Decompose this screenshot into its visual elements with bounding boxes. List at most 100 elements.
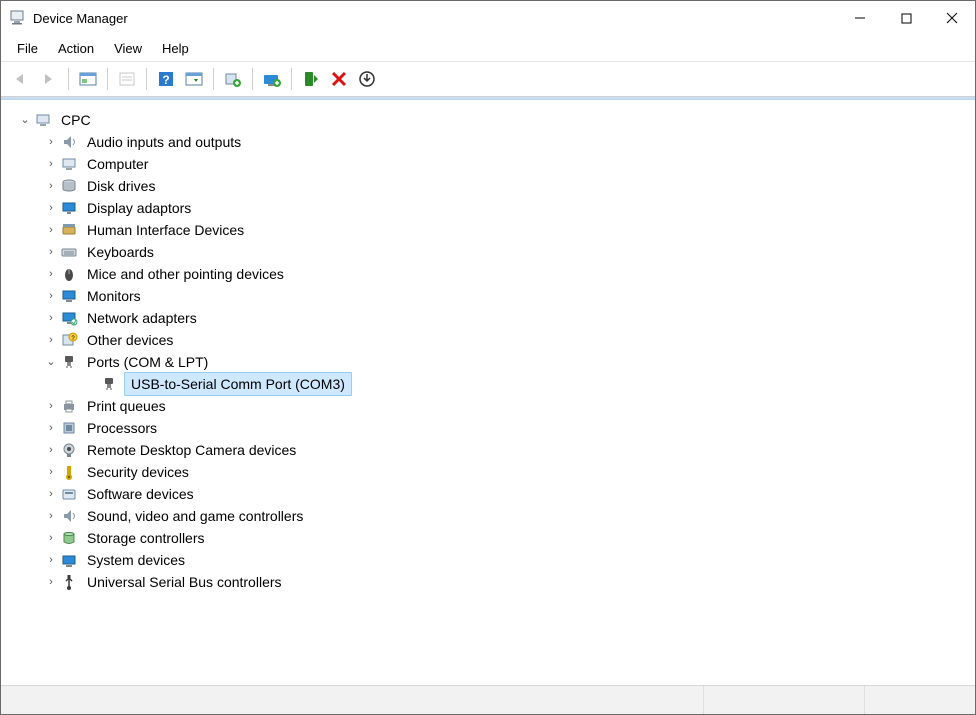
- computer-icon: [60, 155, 78, 173]
- expand-icon[interactable]: ›: [44, 483, 58, 505]
- collapse-icon[interactable]: ⌄: [18, 109, 32, 131]
- tree-node-monitor[interactable]: ›Monitors: [6, 285, 970, 307]
- expand-icon[interactable]: ›: [44, 527, 58, 549]
- expand-icon[interactable]: ›: [44, 241, 58, 263]
- tree-node-cpu[interactable]: ›Processors: [6, 417, 970, 439]
- menu-file[interactable]: File: [7, 38, 48, 59]
- hid-icon: [60, 221, 78, 239]
- titlebar: Device Manager: [1, 1, 975, 35]
- expand-icon[interactable]: ›: [44, 439, 58, 461]
- tree-node-security[interactable]: ›Security devices: [6, 461, 970, 483]
- back-button[interactable]: [7, 65, 35, 93]
- tree-node-computer[interactable]: › Computer: [6, 153, 970, 175]
- close-button[interactable]: [929, 1, 975, 35]
- toolbar: ?: [1, 62, 975, 97]
- port-icon: [60, 353, 78, 371]
- expand-icon[interactable]: ›: [44, 461, 58, 483]
- tree-node-speaker[interactable]: › Sound, video and game controllers: [6, 505, 970, 527]
- disk-icon: [60, 177, 78, 195]
- tree-node-label: Software devices: [84, 483, 197, 505]
- device-manager-window: Device Manager File Action View Help: [0, 0, 976, 715]
- tree-node-label: Remote Desktop Camera devices: [84, 439, 299, 461]
- console-tree-button[interactable]: [74, 65, 102, 93]
- expand-icon[interactable]: ›: [44, 263, 58, 285]
- tree-node-label: Storage controllers: [84, 527, 208, 549]
- usb-icon: [60, 573, 78, 591]
- update-driver-button[interactable]: [258, 65, 286, 93]
- tree-node-label: Print queues: [84, 395, 169, 417]
- tree-node-usb[interactable]: ›Universal Serial Bus controllers: [6, 571, 970, 593]
- tree-node-label: Computer: [84, 153, 151, 175]
- tree-node-other[interactable]: ›?Other devices: [6, 329, 970, 351]
- tree-node-storage[interactable]: › Storage controllers: [6, 527, 970, 549]
- add-legacy-button[interactable]: [219, 65, 247, 93]
- toolbar-separator: [252, 68, 253, 90]
- menu-action[interactable]: Action: [48, 38, 104, 59]
- properties-button[interactable]: [113, 65, 141, 93]
- tree-node-software[interactable]: › Software devices: [6, 483, 970, 505]
- status-cell: [865, 686, 975, 714]
- tree-node-label: Human Interface Devices: [84, 219, 247, 241]
- tree-leaf-port[interactable]: USB-to-Serial Comm Port (COM3): [6, 373, 970, 395]
- expand-icon[interactable]: ›: [44, 417, 58, 439]
- camera-icon: [60, 441, 78, 459]
- tree-root[interactable]: ⌄CPC: [6, 109, 970, 131]
- expand-icon[interactable]: ›: [44, 549, 58, 571]
- expand-icon[interactable]: ›: [44, 395, 58, 417]
- tree-node-speaker[interactable]: › Audio inputs and outputs: [6, 131, 970, 153]
- expand-icon[interactable]: ›: [44, 505, 58, 527]
- tree-node-label: Network adapters: [84, 307, 200, 329]
- security-icon: [60, 463, 78, 481]
- tree-node-printer[interactable]: › Print queues: [6, 395, 970, 417]
- maximize-button[interactable]: [883, 1, 929, 35]
- scan-hardware-button[interactable]: [180, 65, 208, 93]
- expand-icon[interactable]: ›: [44, 197, 58, 219]
- tree-node-hid[interactable]: › Human Interface Devices: [6, 219, 970, 241]
- statusbar: [1, 685, 975, 714]
- help-button[interactable]: ?: [152, 65, 180, 93]
- collapse-icon[interactable]: ⌄: [44, 351, 58, 373]
- expand-icon[interactable]: ›: [44, 131, 58, 153]
- tree-node-label: Display adaptors: [84, 197, 194, 219]
- storage-icon: [60, 529, 78, 547]
- speaker-icon: [60, 507, 78, 525]
- cpu-icon: [60, 419, 78, 437]
- tree-node-label: Other devices: [84, 329, 176, 351]
- tree-node-system[interactable]: ›System devices: [6, 549, 970, 571]
- minimize-button[interactable]: [837, 1, 883, 35]
- device-tree[interactable]: ⌄CPC›Audio inputs and outputs›Computer›D…: [1, 100, 975, 685]
- tree-node-disk[interactable]: ›Disk drives: [6, 175, 970, 197]
- forward-button[interactable]: [35, 65, 63, 93]
- window-title: Device Manager: [33, 11, 837, 26]
- uninstall-device-button[interactable]: [325, 65, 353, 93]
- expand-icon[interactable]: ›: [44, 307, 58, 329]
- tree-node-port[interactable]: ⌄ Ports (COM & LPT): [6, 351, 970, 373]
- toolbar-separator: [146, 68, 147, 90]
- expand-icon[interactable]: ›: [44, 219, 58, 241]
- tree-node-keyboard[interactable]: ›Keyboards: [6, 241, 970, 263]
- enable-device-button[interactable]: [297, 65, 325, 93]
- tree-node-display[interactable]: › Display adaptors: [6, 197, 970, 219]
- menu-help[interactable]: Help: [152, 38, 199, 59]
- expand-icon[interactable]: ›: [44, 285, 58, 307]
- app-icon: [9, 10, 25, 26]
- tree-node-mouse[interactable]: › Mice and other pointing devices: [6, 263, 970, 285]
- expand-icon[interactable]: ›: [44, 571, 58, 593]
- disable-device-button[interactable]: [353, 65, 381, 93]
- computer-icon: [34, 111, 52, 129]
- tree-node-label: Audio inputs and outputs: [84, 131, 244, 153]
- tree-node-network[interactable]: › Network adapters: [6, 307, 970, 329]
- tree-node-label: USB-to-Serial Comm Port (COM3): [124, 372, 352, 396]
- expand-icon[interactable]: ›: [44, 175, 58, 197]
- speaker-icon: [60, 133, 78, 151]
- tree-node-camera[interactable]: › Remote Desktop Camera devices: [6, 439, 970, 461]
- tree-node-label: Ports (COM & LPT): [84, 351, 211, 373]
- menu-view[interactable]: View: [104, 38, 152, 59]
- expand-icon[interactable]: ›: [44, 153, 58, 175]
- tree-node-label: Sound, video and game controllers: [84, 505, 306, 527]
- toolbar-separator: [213, 68, 214, 90]
- keyboard-icon: [60, 243, 78, 261]
- expand-icon[interactable]: ›: [44, 329, 58, 351]
- tree-node-label: Mice and other pointing devices: [84, 263, 287, 285]
- mouse-icon: [60, 265, 78, 283]
